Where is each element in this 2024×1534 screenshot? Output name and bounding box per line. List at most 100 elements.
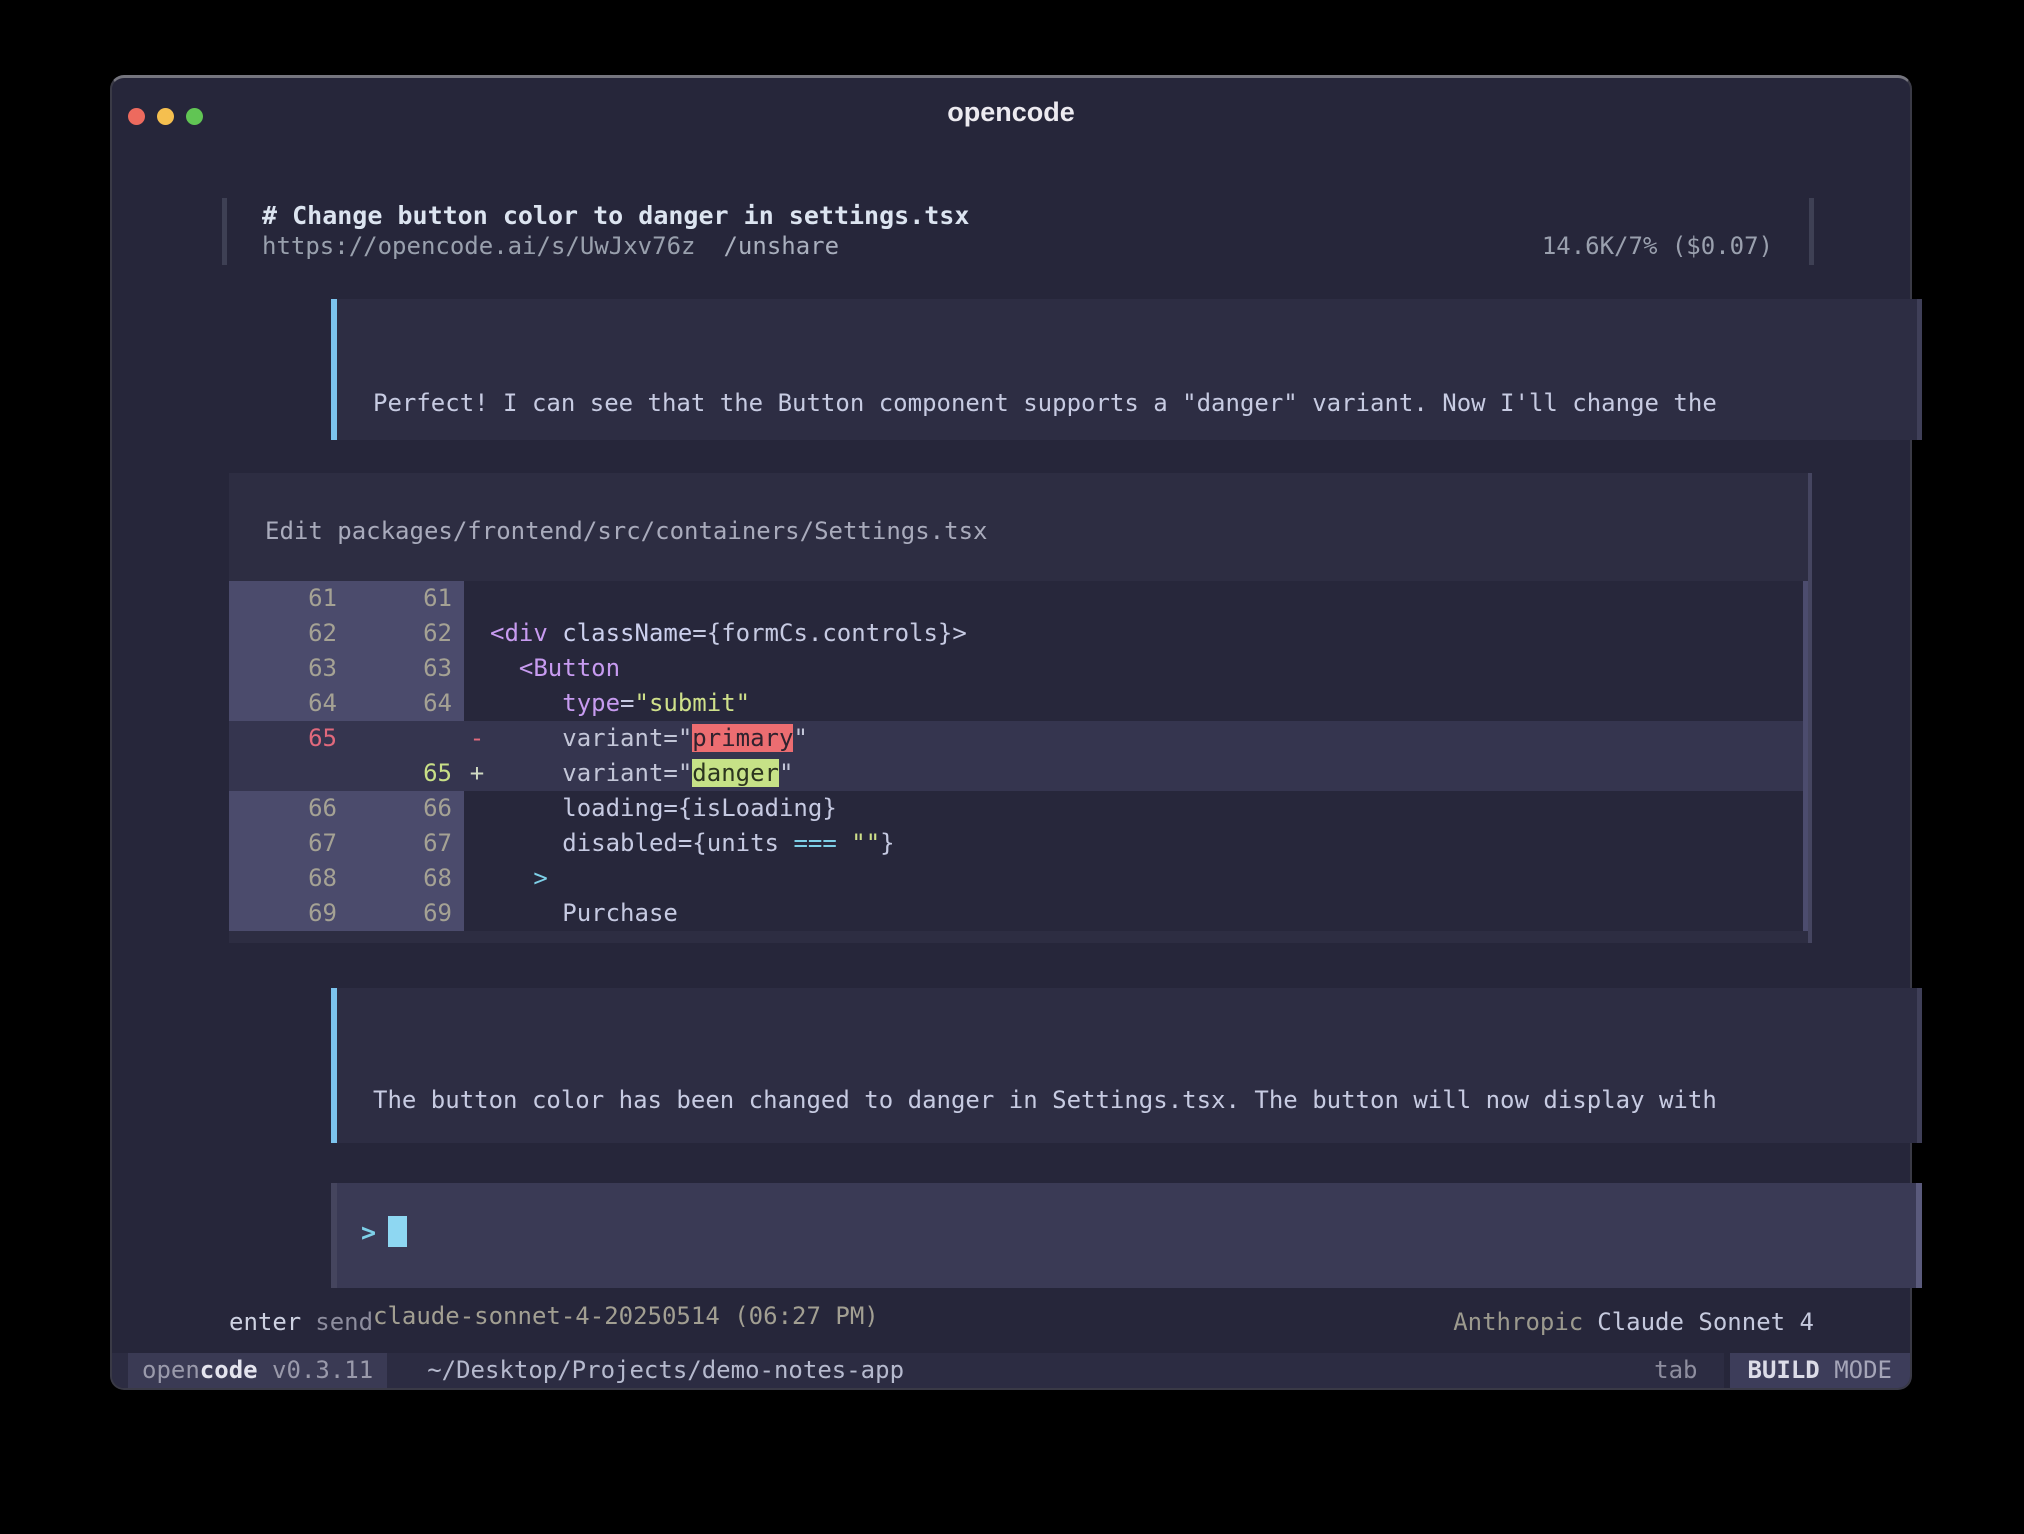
diff-new-line-number: 66 xyxy=(349,791,464,826)
code-segment: className xyxy=(562,619,692,647)
code-segment: variant=" xyxy=(490,759,692,787)
window-title: opencode xyxy=(112,97,1910,128)
app-version-chip: opencode v0.3.11 xyxy=(128,1353,387,1388)
diff-old-line-number: 61 xyxy=(229,581,349,616)
unshare-command[interactable]: /unshare xyxy=(723,232,839,260)
diff-row: 65 - variant="primary" xyxy=(229,721,1803,756)
session-title: # Change button color to danger in setti… xyxy=(262,200,1773,231)
diff-new-line-number: 64 xyxy=(349,686,464,721)
code-segment: ={formCs.controls}> xyxy=(692,619,967,647)
diff-row: 6464 type="submit" xyxy=(229,686,1803,721)
build-mode-toggle[interactable]: BUILD MODE xyxy=(1724,1353,1911,1388)
text-cursor xyxy=(388,1216,407,1247)
edit-tool-title: Edit packages/frontend/src/containers/Se… xyxy=(229,473,1808,545)
diff-code: <div className={formCs.controls}> xyxy=(490,616,1803,651)
removed-word-highlight: primary xyxy=(692,724,793,752)
app-name-bold: code xyxy=(200,1356,258,1384)
code-segment xyxy=(837,829,851,857)
code-segment: variant=" xyxy=(490,724,692,752)
code-segment: Purchase xyxy=(490,899,678,927)
diff-code: loading={isLoading} xyxy=(490,791,1803,826)
diff-new-line-number: 69 xyxy=(349,896,464,931)
session-header: # Change button color to danger in setti… xyxy=(222,198,1814,265)
diff-row: 6161 xyxy=(229,581,1803,616)
mode-label-primary: BUILD xyxy=(1748,1356,1820,1384)
window-titlebar[interactable]: opencode xyxy=(112,78,1910,140)
mode-label-secondary: MODE xyxy=(1820,1356,1892,1384)
diff-new-line-number xyxy=(349,721,464,756)
diff-row: 6262<div className={formCs.controls}> xyxy=(229,616,1803,651)
code-segment: === xyxy=(793,829,836,857)
diff-marker xyxy=(464,826,490,861)
provider-name: Anthropic xyxy=(1453,1308,1583,1336)
diff-marker xyxy=(464,861,490,896)
diff-marker xyxy=(464,896,490,931)
diff-code: > xyxy=(490,861,1803,896)
code-segment: "submit" xyxy=(635,689,751,717)
diff-new-line-number: 62 xyxy=(349,616,464,651)
diff-marker xyxy=(464,791,490,826)
code-segment: "" xyxy=(851,829,880,857)
diff-old-line-number: 63 xyxy=(229,651,349,686)
token-usage-stats: 14.6K/7% ($0.07) xyxy=(1542,231,1773,262)
diff-marker xyxy=(464,616,490,651)
code-segment: = xyxy=(620,689,634,717)
diff-marker xyxy=(464,686,490,721)
diff-code: variant="danger" xyxy=(490,756,1803,791)
diff-code xyxy=(490,581,1803,616)
diff-old-line-number: 65 xyxy=(229,721,349,756)
diff-new-line-number: 61 xyxy=(349,581,464,616)
diff-row: 6868 > xyxy=(229,861,1803,896)
working-directory: ~/Desktop/Projects/demo-notes-app xyxy=(427,1353,904,1388)
code-segment xyxy=(490,864,533,892)
assistant-message: Perfect! I can see that the Button compo… xyxy=(331,299,1922,440)
code-segment: type xyxy=(562,689,620,717)
enter-key-hint: enter xyxy=(229,1308,301,1336)
diff-row: 6969 Purchase xyxy=(229,896,1803,931)
code-segment xyxy=(490,654,519,682)
diff-marker: - xyxy=(464,721,490,756)
status-bar: opencode v0.3.11 ~/Desktop/Projects/demo… xyxy=(112,1353,1910,1388)
diff-new-line-number: 65 xyxy=(349,756,464,791)
app-window: opencode # Change button color to danger… xyxy=(110,75,1912,1390)
code-segment: <div xyxy=(490,619,548,647)
message-text-line: The button color has been changed to dan… xyxy=(373,1082,1887,1118)
diff-row: 6666 loading={isLoading} xyxy=(229,791,1803,826)
diff-code: variant="primary" xyxy=(490,721,1803,756)
diff-old-line-number: 69 xyxy=(229,896,349,931)
diff-row: 65+ variant="danger" xyxy=(229,756,1803,791)
diff-code: type="submit" xyxy=(490,686,1803,721)
code-segment: > xyxy=(533,864,547,892)
diff-marker xyxy=(464,651,490,686)
diff-code: disabled={units === ""} xyxy=(490,826,1803,861)
diff-code: Purchase xyxy=(490,896,1803,931)
code-segment xyxy=(548,619,562,647)
code-segment: loading={isLoading} xyxy=(490,794,837,822)
diff-marker xyxy=(464,581,490,616)
diff-old-line-number xyxy=(229,756,349,791)
code-segment xyxy=(490,689,562,717)
diff-old-line-number: 64 xyxy=(229,686,349,721)
code-segment: } xyxy=(880,829,894,857)
edit-tool-block: Edit packages/frontend/src/containers/Se… xyxy=(229,473,1812,943)
footer-hint-row: enter send Anthropic Claude Sonnet 4 xyxy=(222,1306,1814,1338)
app-version: v0.3.11 xyxy=(258,1356,374,1384)
diff-view: 61616262<div className={formCs.controls}… xyxy=(229,581,1808,931)
diff-old-line-number: 67 xyxy=(229,826,349,861)
prompt-caret: > xyxy=(361,1218,376,1247)
model-name: Claude Sonnet 4 xyxy=(1597,1308,1814,1336)
session-share-url-link[interactable]: https://opencode.ai/s/UwJxv76z xyxy=(262,232,695,260)
tab-key-hint[interactable]: tab xyxy=(1654,1353,1697,1388)
assistant-message: The button color has been changed to dan… xyxy=(331,988,1922,1143)
added-word-highlight: danger xyxy=(692,759,779,787)
diff-old-line-number: 66 xyxy=(229,791,349,826)
diff-row: 6767 disabled={units === ""} xyxy=(229,826,1803,861)
diff-new-line-number: 68 xyxy=(349,861,464,896)
message-text-line: Perfect! I can see that the Button compo… xyxy=(373,385,1887,421)
send-action-hint: send xyxy=(315,1308,373,1336)
prompt-input-box[interactable]: > xyxy=(331,1183,1922,1288)
diff-new-line-number: 63 xyxy=(349,651,464,686)
diff-row: 6363 <Button xyxy=(229,651,1803,686)
app-name-light: open xyxy=(142,1356,200,1384)
diff-new-line-number: 67 xyxy=(349,826,464,861)
